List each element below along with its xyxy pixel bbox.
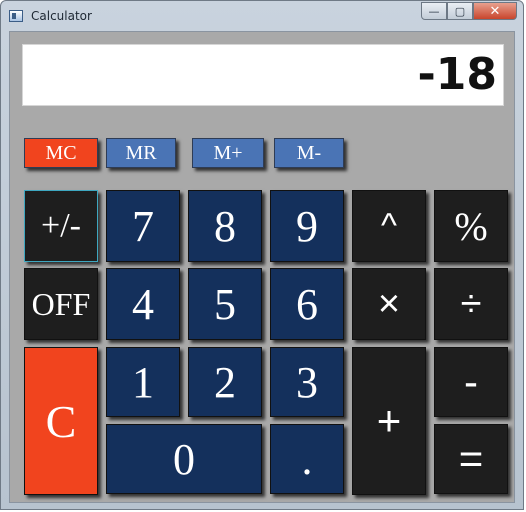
digit-0-button[interactable]: 0 <box>106 424 262 494</box>
calculator-body: -18 MC MR M+ M- +/- OFF C 7 8 9 4 5 6 1 … <box>9 31 515 503</box>
memory-recall-label: MR <box>125 141 157 164</box>
digit-3-button[interactable]: 3 <box>270 347 344 417</box>
plus-button[interactable]: + <box>352 347 426 495</box>
digit-8-button[interactable]: 8 <box>188 190 262 262</box>
digit-6-button[interactable]: 6 <box>270 268 344 340</box>
title-bar[interactable]: Calculator — ▢ ✕ <box>1 1 523 31</box>
decimal-point-label: . <box>301 434 313 484</box>
display-panel: -18 <box>22 44 504 106</box>
sign-toggle-button[interactable]: +/- <box>24 190 98 262</box>
digit-3-label: 3 <box>296 357 318 407</box>
close-button[interactable]: ✕ <box>473 2 517 20</box>
window-title: Calculator <box>31 9 92 23</box>
memory-subtract-label: M- <box>296 141 322 164</box>
display-value: -18 <box>417 49 498 100</box>
digit-5-button[interactable]: 5 <box>188 268 262 340</box>
sign-toggle-label: +/- <box>41 207 81 244</box>
plus-label: + <box>376 397 402 444</box>
memory-add-label: M+ <box>213 141 243 164</box>
percent-label: % <box>454 203 488 249</box>
calculator-app-icon <box>9 10 23 22</box>
equals-label: = <box>458 435 484 482</box>
memory-recall-button[interactable]: MR <box>106 138 176 168</box>
divide-button[interactable]: ÷ <box>434 268 508 340</box>
multiply-label: × <box>377 282 401 325</box>
digit-1-label: 1 <box>132 357 154 407</box>
memory-clear-label: MC <box>45 141 77 164</box>
multiply-button[interactable]: × <box>352 268 426 340</box>
memory-add-button[interactable]: M+ <box>192 138 264 168</box>
minus-button[interactable]: - <box>434 347 508 417</box>
memory-subtract-button[interactable]: M- <box>274 138 344 168</box>
digit-2-label: 2 <box>214 357 236 407</box>
clear-button[interactable]: C <box>24 347 98 495</box>
power-button[interactable]: ^ <box>352 190 426 262</box>
digit-0-label: 0 <box>173 434 195 484</box>
equals-button[interactable]: = <box>434 424 508 494</box>
clear-label: C <box>45 395 77 447</box>
window-controls: — ▢ ✕ <box>421 2 517 22</box>
power-label: ^ <box>381 206 397 245</box>
divide-label: ÷ <box>460 282 482 325</box>
digit-4-label: 4 <box>132 279 154 329</box>
digit-7-button[interactable]: 7 <box>106 190 180 262</box>
digit-1-button[interactable]: 1 <box>106 347 180 417</box>
minimize-icon: — <box>428 4 440 18</box>
percent-button[interactable]: % <box>434 190 508 262</box>
digit-9-button[interactable]: 9 <box>270 190 344 262</box>
memory-clear-button[interactable]: MC <box>24 138 98 168</box>
off-label: OFF <box>31 285 91 322</box>
minimize-button[interactable]: — <box>421 2 447 20</box>
digit-2-button[interactable]: 2 <box>188 347 262 417</box>
digit-7-label: 7 <box>132 201 154 251</box>
digit-5-label: 5 <box>214 279 236 329</box>
digit-9-label: 9 <box>296 201 318 251</box>
digit-8-label: 8 <box>214 201 236 251</box>
minus-label: - <box>464 358 478 405</box>
off-button[interactable]: OFF <box>24 268 98 340</box>
decimal-point-button[interactable]: . <box>270 424 344 494</box>
calculator-window: Calculator — ▢ ✕ -18 MC MR M+ M- +/- OFF… <box>0 0 524 510</box>
digit-6-label: 6 <box>296 279 318 329</box>
maximize-icon: ▢ <box>454 4 466 18</box>
close-icon: ✕ <box>489 3 501 19</box>
digit-4-button[interactable]: 4 <box>106 268 180 340</box>
maximize-button[interactable]: ▢ <box>447 2 473 20</box>
